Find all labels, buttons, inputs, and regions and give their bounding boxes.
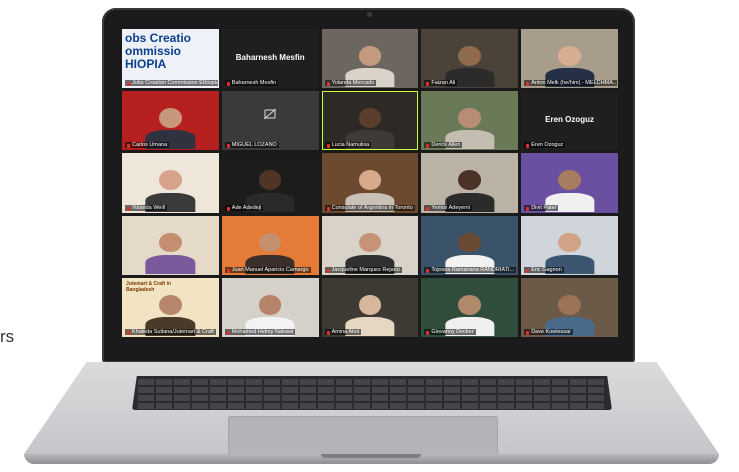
participant-name-tag: Derick Allen	[424, 142, 463, 149]
participant-tile[interactable]	[122, 215, 219, 275]
participant-tile[interactable]: Giovanny Decker	[421, 277, 519, 337]
participant-name-tag: Eren Ozoguz	[524, 142, 566, 149]
participant-name-tag: Ade Adedeji	[224, 204, 264, 211]
participant-tile[interactable]: Jutemart & Craft in Bangladesh Khaleda Su…	[122, 277, 219, 337]
participant-name-tag: Khaleda Sultana/Jutemart & Craft	[125, 329, 216, 335]
background-caption-fragment: rs	[0, 327, 15, 346]
virtual-background-banner: obs Creatio ommissio HIOPIA	[125, 31, 192, 71]
participant-name-tag: Eric Gagnon	[524, 266, 564, 273]
participant-name-tag: Baharnesh Mesfin	[224, 80, 279, 87]
participant-name-tag: Anton Melk (he/him) - MELCHMARK	[524, 80, 618, 87]
participant-name-tag: Lucia Namulisa	[324, 142, 372, 149]
participant-name-tag: Juan Manuel Aparicio Camargo	[224, 266, 311, 273]
participant-tile[interactable]: Anton Melk (he/him) - MELCHMARK	[521, 29, 618, 89]
webcam-icon	[367, 12, 372, 17]
participant-tile[interactable]: Yolanda Mercado	[321, 29, 419, 89]
participant-tile[interactable]: Lucia Namulisa	[321, 91, 419, 151]
participant-tile[interactable]: Eric Gagnon	[521, 215, 618, 275]
participant-name-tag: Carlos Umana	[125, 142, 170, 149]
participant-tile[interactable]: MIGUEL LOZANO	[221, 91, 319, 151]
participant-tile[interactable]: Divit Patel	[521, 153, 618, 213]
participant-name-tag: Tojosoa Ramanana RANDRIATI...	[424, 266, 517, 273]
participant-name-tag: Mohamed Helmy Nabawi	[224, 329, 296, 335]
trackpad	[228, 416, 498, 456]
participant-tile[interactable]: obs Creatio ommissio HIOPIA Jobs Creation…	[122, 29, 219, 89]
participant-tile[interactable]: Derick Allen	[421, 91, 519, 151]
virtual-background-text: Jutemart & Craft in Bangladesh	[126, 280, 172, 293]
participant-tile[interactable]: Yemisi Adeyemi	[421, 153, 519, 213]
video-off-icon	[264, 109, 276, 119]
zoom-gallery-screen: obs Creatio ommissio HIOPIA Jobs Creation…	[119, 26, 621, 340]
participant-tile[interactable]: Consulate of Argentina in Toronto	[321, 153, 419, 213]
participant-name-tag: Yemisi Adeyemi	[424, 204, 473, 211]
participant-tile[interactable]: Jacqueline Marquez Rejano	[321, 215, 419, 275]
participant-name-tag: MIGUEL LOZANO	[224, 142, 279, 149]
participant-tile[interactable]: Eren Ozoguz Eren Ozoguz	[521, 91, 618, 151]
laptop-base	[24, 362, 719, 467]
participant-name-tag: Consulate of Argentina in Toronto	[324, 204, 415, 211]
participant-name-tag: Jobs Creation Commission Ethiopia	[125, 80, 218, 87]
participant-tile[interactable]: Amina Akol	[321, 277, 419, 337]
participant-tile[interactable]: Carlos Umana	[122, 91, 219, 151]
participant-tile[interactable]: Mohamed Helmy Nabawi	[221, 277, 319, 337]
participant-name-tag: Divit Patel	[524, 204, 558, 211]
participant-name-tag: Jacqueline Marquez Rejano	[324, 266, 402, 273]
participant-display-name: Eren Ozoguz	[545, 115, 595, 125]
participant-tile[interactable]: Faizan Ali	[421, 29, 519, 89]
participant-name-tag: Giovanny Decker	[424, 329, 476, 335]
participant-name-tag: Yolanda Weill	[125, 204, 168, 211]
participant-tile[interactable]: Ade Adedeji	[221, 153, 319, 213]
participant-name-tag: Yolanda Mercado	[324, 80, 377, 87]
participant-tile[interactable]: Tojosoa Ramanana RANDRIATI...	[421, 215, 519, 275]
participant-tile[interactable]: Juan Manuel Aparicio Camargo	[221, 215, 319, 275]
participant-name-tag: Dave Kowlessar	[524, 329, 573, 335]
participant-tile[interactable]: Yolanda Weill	[122, 153, 219, 213]
laptop-notch	[321, 454, 421, 458]
participant-grid: obs Creatio ommissio HIOPIA Jobs Creation…	[122, 29, 618, 337]
participant-video	[145, 232, 196, 274]
participant-tile[interactable]: Dave Kowlessar	[521, 277, 618, 337]
keyboard	[132, 376, 612, 410]
participant-name-tag: Amina Akol	[324, 329, 362, 335]
participant-name-tag: Faizan Ali	[424, 80, 458, 87]
participant-display-name: Baharnesh Mesfin	[235, 52, 305, 62]
participant-tile[interactable]: Baharnesh Mesfin Baharnesh Mesfin	[221, 29, 319, 89]
